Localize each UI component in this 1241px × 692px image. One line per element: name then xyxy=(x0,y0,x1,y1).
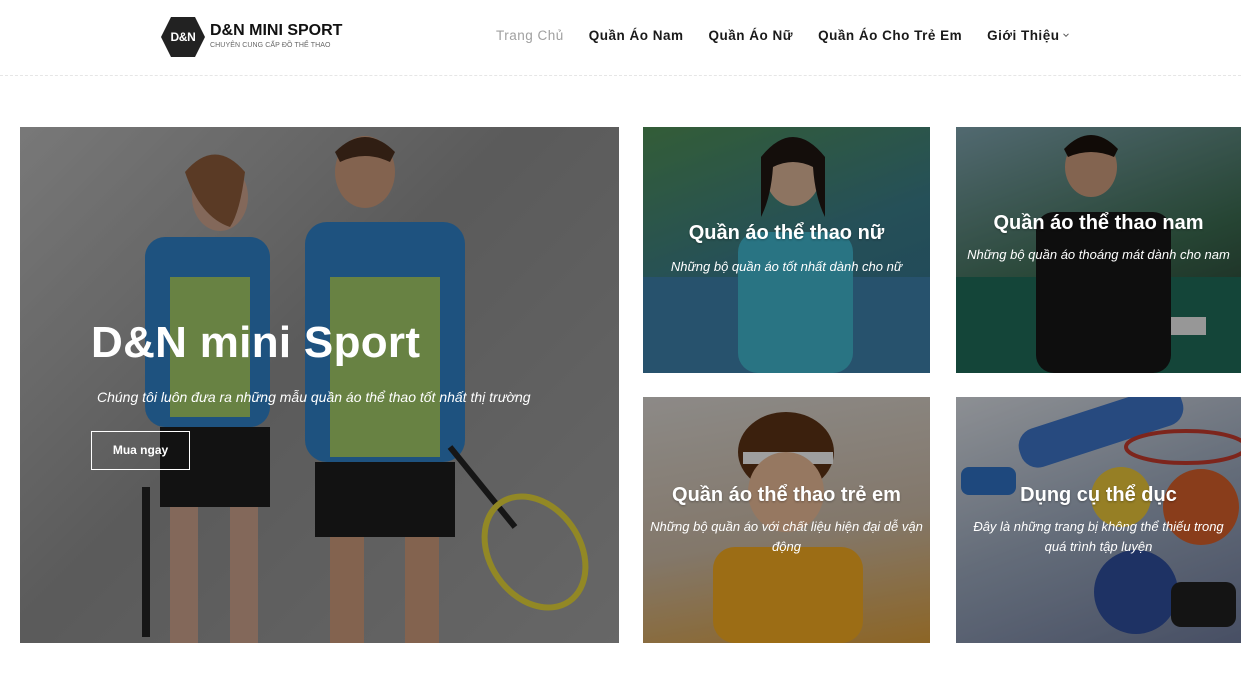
nav-item-home[interactable]: Trang Chủ xyxy=(496,28,564,43)
nav-item-label: Trang Chủ xyxy=(496,27,564,43)
nav-item-men[interactable]: Quần Áo Nam xyxy=(589,28,684,43)
category-tile-women[interactable]: Quần áo thể thao nữ Những bộ quần áo tốt… xyxy=(643,127,930,373)
category-tile-kids[interactable]: Quần áo thể thao trẻ em Những bộ quần áo… xyxy=(643,397,930,643)
category-tile-men[interactable]: Quần áo thể thao nam Những bộ quần áo th… xyxy=(956,127,1241,373)
site-header: D&N D&N MINI SPORT CHUYÊN CUNG CẤP ĐỒ TH… xyxy=(0,0,1241,76)
tile-title: Dụng cụ thể dục xyxy=(1020,484,1177,506)
logo-name: D&N MINI SPORT xyxy=(210,22,343,39)
tile-title: Quần áo thể thao nữ xyxy=(688,222,885,244)
tile-description: Những bộ quần áo tốt nhất dành cho nữ xyxy=(670,259,903,274)
logo[interactable]: D&N D&N MINI SPORT CHUYÊN CUNG CẤP ĐỒ TH… xyxy=(160,15,342,59)
category-tile-gear[interactable]: Dụng cụ thể dục Đây là những trang bị kh… xyxy=(956,397,1241,643)
nav-item-label: Quần Áo Nam xyxy=(588,27,684,43)
nav-item-label: Giới Thiệu xyxy=(987,27,1060,43)
hero-banner[interactable]: D&N mini Sport Chúng tôi luôn đưa ra nhữ… xyxy=(20,127,619,643)
logo-hexagon-icon: D&N xyxy=(160,16,206,58)
tile-title: Quần áo thể thao trẻ em xyxy=(672,484,901,506)
chevron-down-icon xyxy=(1063,33,1070,38)
nav-item-about[interactable]: Giới Thiệu xyxy=(987,27,1070,43)
tile-description: Đây là những trang bị không thể thiếu tr… xyxy=(973,519,1224,554)
buy-now-button[interactable]: Mua ngay xyxy=(91,431,190,470)
nav-item-label: Quần Áo Nữ xyxy=(708,27,794,43)
nav-item-kids[interactable]: Quần Áo Cho Trẻ Em xyxy=(818,28,962,43)
main-nav: Trang Chủ Quần Áo Nam Quần Áo Nữ Quần Áo… xyxy=(496,22,1070,48)
hero-title: D&N mini Sport xyxy=(91,318,421,367)
nav-item-label: Quần Áo Cho Trẻ Em xyxy=(818,27,963,43)
tile-title: Quần áo thể thao nam xyxy=(993,212,1204,234)
tile-description: Những bộ quần áo thoáng mát dành cho nam xyxy=(967,247,1230,262)
logo-tagline: CHUYÊN CUNG CẤP ĐỒ THỂ THAO xyxy=(210,42,331,49)
hero-subtitle: Chúng tôi luôn đưa ra những mẫu quần áo … xyxy=(97,389,531,405)
logo-badge: D&N xyxy=(170,30,196,44)
tile-description: Những bộ quần áo với chất liệu hiện đại … xyxy=(650,519,923,554)
nav-item-women[interactable]: Quần Áo Nữ xyxy=(709,28,794,43)
